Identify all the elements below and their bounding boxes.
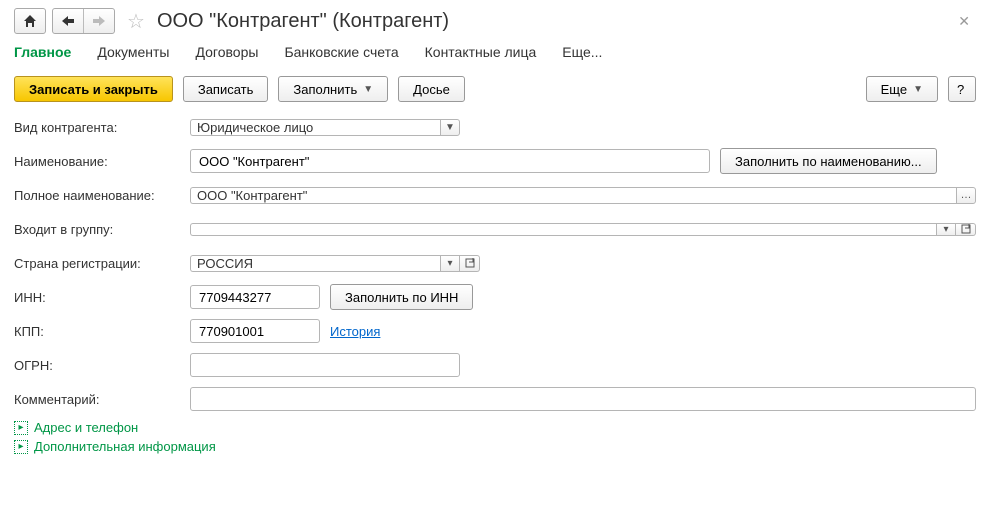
kind-value: Юридическое лицо: [190, 119, 440, 136]
page-title: ООО "Контрагент" (Контрагент): [157, 10, 449, 33]
arrow-right-icon: [93, 16, 105, 26]
kpp-label: КПП:: [14, 324, 190, 339]
fill-by-name-button[interactable]: Заполнить по наименованию...: [720, 148, 937, 174]
ogrn-input[interactable]: [197, 357, 453, 374]
chevron-down-icon: ▼: [913, 84, 923, 95]
forward-button[interactable]: [84, 9, 114, 33]
dossier-button[interactable]: Досье: [398, 76, 465, 102]
full-name-field[interactable]: ООО "Контрагент" …: [190, 187, 976, 204]
chevron-right-icon: ▸: [14, 421, 28, 435]
section-extra-info[interactable]: ▸ Дополнительная информация: [14, 439, 976, 454]
more-button-label: Еще: [881, 82, 907, 97]
tab-bar: Главное Документы Договоры Банковские сч…: [0, 38, 990, 66]
full-name-value: ООО "Контрагент": [190, 187, 956, 204]
comment-input[interactable]: [197, 391, 969, 408]
full-name-label: Полное наименование:: [14, 188, 190, 203]
back-button[interactable]: [53, 9, 83, 33]
open-icon: [961, 224, 971, 234]
full-name-expand-btn[interactable]: …: [956, 187, 976, 204]
group-label: Входит в группу:: [14, 222, 190, 237]
section-extra-label: Дополнительная информация: [34, 439, 216, 454]
save-button[interactable]: Записать: [183, 76, 269, 102]
tab-documents[interactable]: Документы: [97, 44, 169, 66]
form: Вид контрагента: Юридическое лицо ▼ Наим…: [0, 114, 990, 454]
group-dropdown-btn[interactable]: ▾: [936, 223, 956, 236]
tab-bank-accounts[interactable]: Банковские счета: [284, 44, 398, 66]
section-address-label: Адрес и телефон: [34, 420, 138, 435]
tab-contacts[interactable]: Контактные лица: [425, 44, 537, 66]
favorite-icon[interactable]: ☆: [121, 9, 151, 34]
country-value: РОССИЯ: [190, 255, 440, 272]
group-field[interactable]: ▾: [190, 223, 976, 236]
home-button[interactable]: [14, 8, 46, 34]
name-input[interactable]: [197, 153, 703, 170]
comment-field[interactable]: [190, 387, 976, 411]
window-header: ☆ ООО "Контрагент" (Контрагент) ✕: [0, 0, 990, 38]
chevron-down-icon: ▼: [363, 84, 373, 95]
open-icon: [465, 258, 475, 268]
arrow-left-icon: [62, 16, 74, 26]
close-button[interactable]: ✕: [952, 13, 976, 30]
group-value: [190, 223, 936, 236]
ogrn-field[interactable]: [190, 353, 460, 377]
chevron-right-icon: ▸: [14, 440, 28, 454]
toolbar: Записать и закрыть Записать Заполнить ▼ …: [0, 66, 990, 114]
section-address[interactable]: ▸ Адрес и телефон: [14, 420, 976, 435]
country-open-btn[interactable]: [460, 255, 480, 272]
kpp-field[interactable]: [190, 319, 320, 343]
more-button[interactable]: Еще ▼: [866, 76, 938, 102]
save-and-close-button[interactable]: Записать и закрыть: [14, 76, 173, 102]
country-field[interactable]: РОССИЯ ▾: [190, 255, 480, 272]
home-icon: [23, 14, 37, 28]
ogrn-label: ОГРН:: [14, 358, 190, 373]
fill-by-inn-button[interactable]: Заполнить по ИНН: [330, 284, 473, 310]
nav-back-forward: [52, 8, 115, 34]
fill-button[interactable]: Заполнить ▼: [278, 76, 388, 102]
help-button[interactable]: ?: [948, 76, 976, 102]
kpp-input[interactable]: [197, 323, 313, 340]
fill-button-label: Заполнить: [293, 82, 357, 97]
country-dropdown-btn[interactable]: ▾: [440, 255, 460, 272]
tab-more[interactable]: Еще...: [562, 44, 602, 66]
kind-dropdown-btn[interactable]: ▼: [440, 119, 460, 136]
name-label: Наименование:: [14, 154, 190, 169]
kind-field[interactable]: Юридическое лицо ▼: [190, 119, 460, 136]
inn-field[interactable]: [190, 285, 320, 309]
tab-contracts[interactable]: Договоры: [196, 44, 259, 66]
history-link[interactable]: История: [330, 324, 380, 339]
comment-label: Комментарий:: [14, 392, 190, 407]
group-open-btn[interactable]: [956, 223, 976, 236]
inn-label: ИНН:: [14, 290, 190, 305]
kind-label: Вид контрагента:: [14, 120, 190, 135]
name-field[interactable]: [190, 149, 710, 173]
country-label: Страна регистрации:: [14, 256, 190, 271]
inn-input[interactable]: [197, 289, 313, 306]
tab-main[interactable]: Главное: [14, 44, 71, 66]
